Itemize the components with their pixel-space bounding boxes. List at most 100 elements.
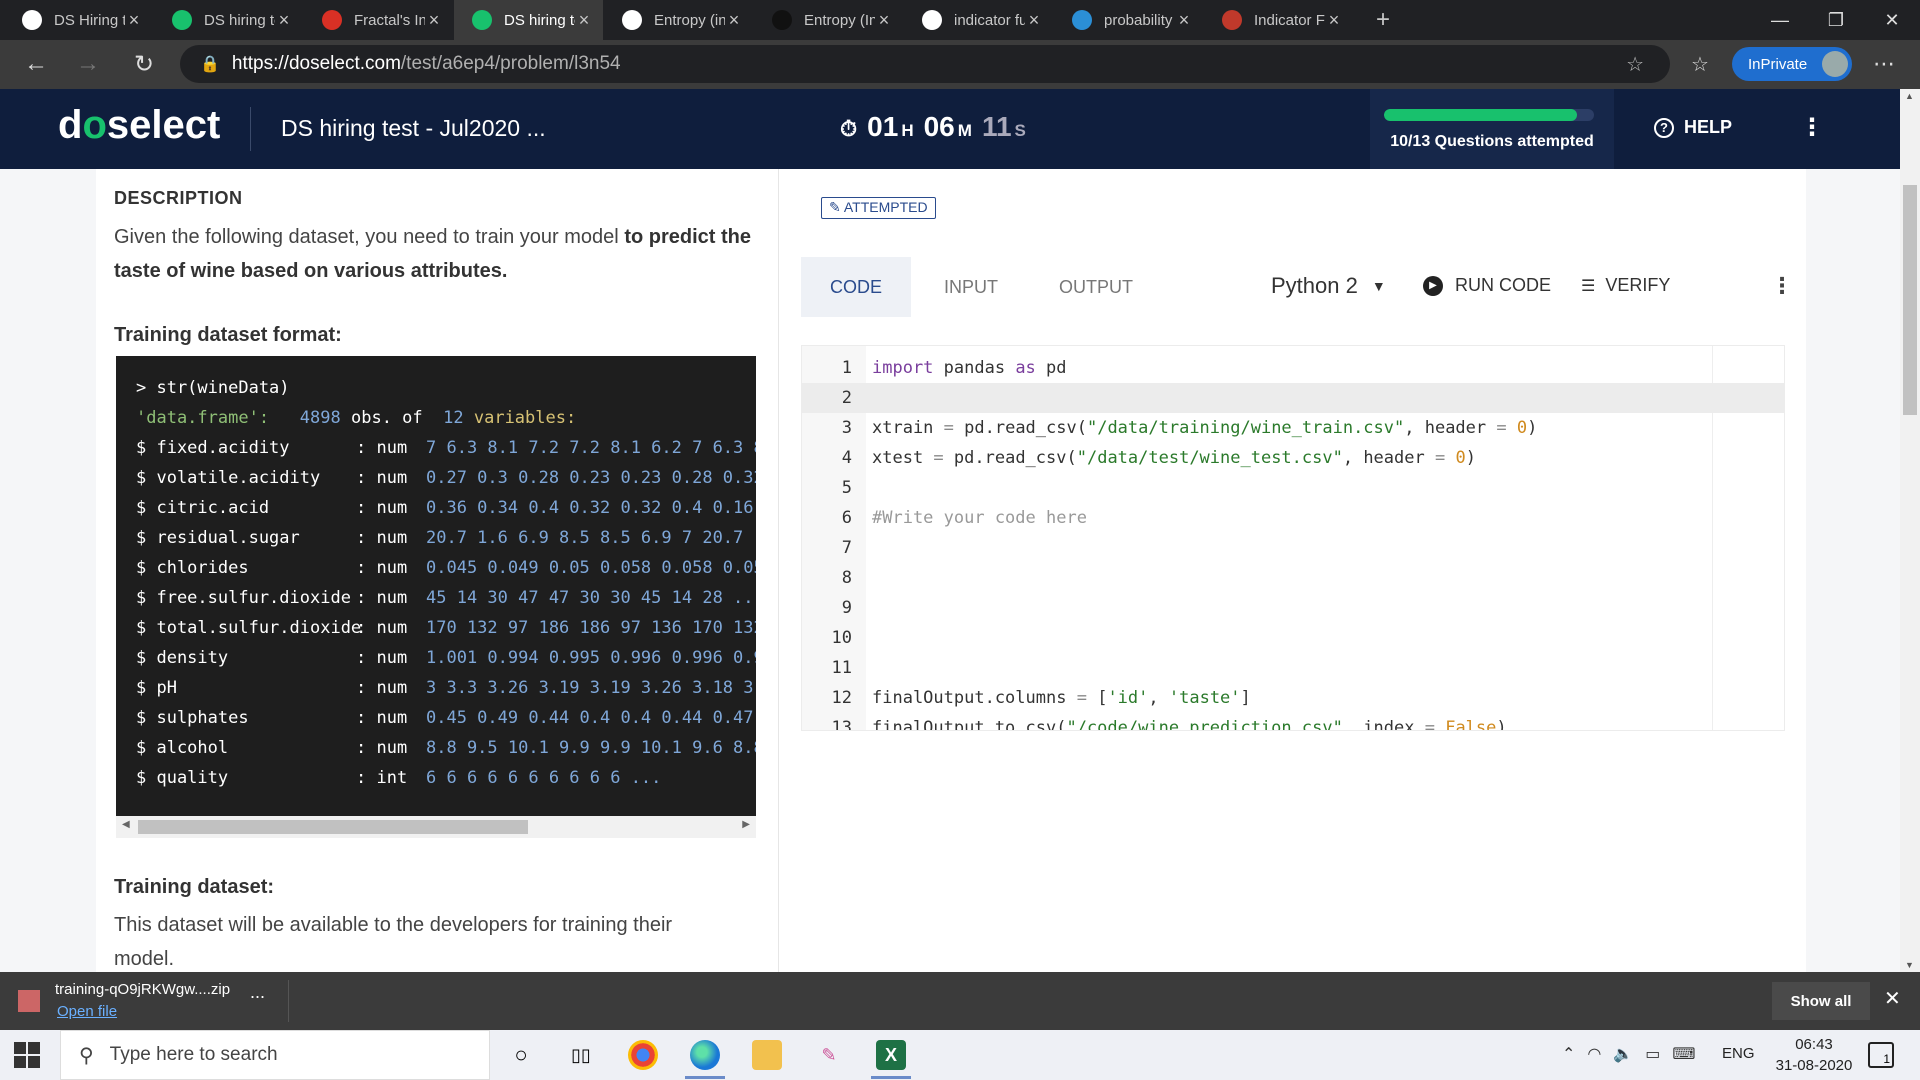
download-more-button[interactable]: ... bbox=[250, 982, 265, 1003]
wifi-icon[interactable]: ◠ bbox=[1587, 1044, 1601, 1064]
code-line[interactable]: 3 xtrain = pd.read_csv("/data/training/wi… bbox=[802, 413, 1784, 443]
battery-icon[interactable]: ▭ bbox=[1645, 1044, 1660, 1064]
taskbar-clock[interactable]: 06:43 31-08-2020 bbox=[1764, 1034, 1864, 1076]
chrome-icon[interactable] bbox=[628, 1040, 658, 1070]
help-button[interactable]: ? HELP bbox=[1654, 117, 1732, 138]
timer-seconds: 11 bbox=[981, 111, 1012, 142]
obs-text: obs. of bbox=[350, 408, 423, 428]
cortana-icon[interactable]: ○ bbox=[506, 1040, 536, 1070]
tab-close-icon[interactable]: × bbox=[275, 10, 293, 31]
code-line[interactable]: 8 bbox=[802, 563, 1784, 593]
doselect-logo[interactable]: doselect bbox=[58, 103, 220, 148]
input-language[interactable]: ENG bbox=[1722, 1045, 1755, 1062]
browser-tab[interactable]: Entropy (inform× bbox=[604, 0, 753, 40]
lock-icon: 🔒 bbox=[200, 56, 220, 73]
task-view-icon[interactable]: ▯▯ bbox=[566, 1040, 596, 1070]
volume-icon[interactable]: 🔈 bbox=[1613, 1044, 1633, 1064]
terminal-horizontal-scrollbar[interactable]: ◀ ▶ bbox=[116, 816, 756, 838]
code-line[interactable]: 10 bbox=[802, 623, 1784, 653]
browser-tab[interactable]: Fractal's Invitat× bbox=[304, 0, 453, 40]
verify-button[interactable]: ☰ VERIFY bbox=[1581, 275, 1670, 296]
code-line[interactable]: 12 finalOutput.columns = ['id', 'taste'] bbox=[802, 683, 1784, 713]
windows-start-icon[interactable] bbox=[14, 1042, 40, 1068]
close-window-icon[interactable]: ✕ bbox=[1864, 0, 1920, 40]
keyboard-icon[interactable]: ⌨ bbox=[1672, 1044, 1695, 1064]
paint-icon[interactable]: ✎ bbox=[814, 1040, 844, 1070]
variable-type: : num bbox=[356, 528, 408, 548]
tab-close-icon[interactable]: × bbox=[725, 10, 743, 31]
page-scrollbar[interactable]: ▲ ▼ bbox=[1900, 89, 1920, 972]
new-tab-button[interactable]: + bbox=[1358, 0, 1402, 40]
scroll-right-icon[interactable]: ▶ bbox=[742, 819, 750, 830]
notification-icon[interactable]: 1 bbox=[1868, 1042, 1894, 1068]
tab-close-icon[interactable]: × bbox=[1175, 10, 1193, 31]
browser-tab[interactable]: Entropy (Inform× bbox=[754, 0, 903, 40]
edge-icon[interactable] bbox=[690, 1040, 720, 1070]
browser-tab[interactable]: DS hiring test -× bbox=[454, 0, 603, 40]
code-line[interactable]: 6 #Write your code here bbox=[802, 503, 1784, 533]
file-explorer-icon[interactable] bbox=[752, 1040, 782, 1070]
show-all-button[interactable]: Show all bbox=[1772, 982, 1870, 1020]
more-icon[interactable]: ⋯ bbox=[1868, 48, 1900, 80]
variable-type: : num bbox=[356, 558, 408, 578]
close-icon[interactable]: ✕ bbox=[1884, 986, 1901, 1011]
download-filename[interactable]: training-qO9jRKWgw....zip bbox=[55, 981, 230, 998]
variable-name: $ alcohol bbox=[136, 738, 229, 758]
scroll-up-icon[interactable]: ▲ bbox=[1905, 91, 1914, 101]
code-line[interactable]: 9 bbox=[802, 593, 1784, 623]
variable-values: 45 14 30 47 47 30 30 45 14 28 ... bbox=[426, 588, 756, 608]
line-number: 3 bbox=[841, 418, 852, 438]
description-heading: DESCRIPTION bbox=[114, 188, 243, 208]
scroll-down-icon[interactable]: ▼ bbox=[1905, 960, 1914, 970]
back-icon[interactable]: ← bbox=[20, 48, 52, 80]
language-select[interactable]: Python 2 ▼ bbox=[1271, 273, 1386, 299]
code-editor[interactable]: 1 import pandas as pd 2 3 xtrain = pd.read_c… bbox=[801, 345, 1785, 731]
page-scrollbar-thumb[interactable] bbox=[1903, 185, 1917, 415]
variable-name: $ quality bbox=[136, 768, 229, 788]
google-icon bbox=[922, 10, 942, 30]
browser-tab[interactable]: DS hiring test -× bbox=[154, 0, 303, 40]
run-code-button[interactable]: ▶ RUN CODE bbox=[1423, 275, 1551, 296]
browser-tab[interactable]: Indicator Funct× bbox=[1204, 0, 1353, 40]
scroll-left-icon[interactable]: ◀ bbox=[122, 819, 130, 830]
tray-chevron-icon[interactable]: ⌃ bbox=[1562, 1044, 1575, 1064]
tab-output[interactable]: OUTPUT bbox=[1031, 257, 1161, 317]
tab-close-icon[interactable]: × bbox=[1325, 10, 1343, 31]
browser-tab[interactable]: DS Hiring test× bbox=[4, 0, 153, 40]
address-bar[interactable]: 🔒 https://doselect.com/test/a6ep4/proble… bbox=[180, 45, 1670, 83]
minimize-icon[interactable]: — bbox=[1752, 0, 1808, 40]
browser-tab[interactable]: indicator functi× bbox=[904, 0, 1053, 40]
code-line[interactable]: 13 finalOutput.to_csv("/code/wine_predict… bbox=[802, 713, 1784, 730]
tab-close-icon[interactable]: × bbox=[575, 10, 593, 31]
timer-hours: 01 bbox=[867, 111, 899, 142]
forward-icon[interactable]: → bbox=[72, 48, 104, 80]
code-line[interactable]: 1 import pandas as pd bbox=[802, 353, 1784, 383]
code-line[interactable]: 2 bbox=[802, 383, 1784, 413]
restore-icon[interactable]: ❐ bbox=[1808, 0, 1864, 40]
excel-icon[interactable]: X bbox=[876, 1040, 906, 1070]
system-tray: ⌃ ◠ 🔈 ▭ ⌨ bbox=[1562, 1044, 1696, 1064]
code-line[interactable]: 7 bbox=[802, 533, 1784, 563]
favorite-star-icon[interactable]: ☆ bbox=[1626, 52, 1644, 77]
tab-input[interactable]: INPUT bbox=[916, 257, 1026, 317]
tab-close-icon[interactable]: × bbox=[125, 10, 143, 31]
header-menu-icon[interactable]: ⋮ bbox=[1800, 113, 1824, 142]
refresh-icon[interactable]: ↻ bbox=[128, 48, 160, 80]
favorites-list-icon[interactable]: ☆ bbox=[1684, 48, 1716, 80]
code-line[interactable]: 5 bbox=[802, 473, 1784, 503]
editor-menu-icon[interactable]: ⋮ bbox=[1771, 273, 1793, 299]
taskbar-search-box[interactable]: ⚲ Type here to search bbox=[60, 1030, 490, 1080]
tab-code[interactable]: CODE bbox=[801, 257, 911, 317]
scrollbar-thumb[interactable] bbox=[138, 820, 528, 834]
code-line[interactable]: 11 bbox=[802, 653, 1784, 683]
format-heading: Training dataset format: bbox=[114, 324, 342, 346]
code-line[interactable]: 4 xtest = pd.read_csv("/data/test/wine_te… bbox=[802, 443, 1784, 473]
verify-label: VERIFY bbox=[1605, 275, 1671, 295]
tab-close-icon[interactable]: × bbox=[425, 10, 443, 31]
tab-close-icon[interactable]: × bbox=[875, 10, 893, 31]
inprivate-button[interactable]: InPrivate bbox=[1732, 47, 1852, 81]
browser-tab[interactable]: probability - W× bbox=[1054, 0, 1203, 40]
tab-close-icon[interactable]: × bbox=[1025, 10, 1043, 31]
open-file-link[interactable]: Open file bbox=[57, 1003, 117, 1020]
variable-type: : num bbox=[356, 618, 408, 638]
